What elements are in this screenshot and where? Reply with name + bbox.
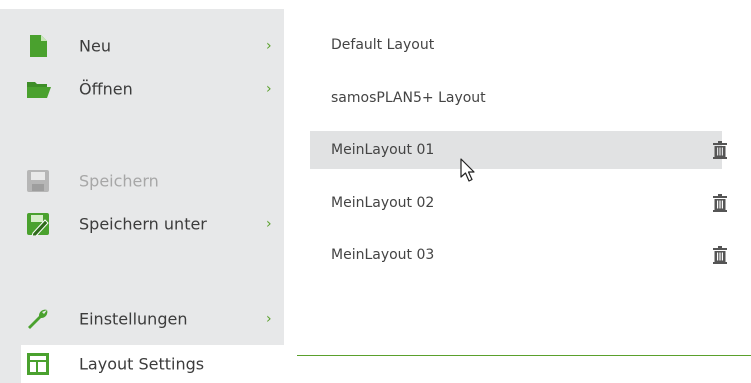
layout-settings-icon <box>26 352 50 376</box>
chevron-right-icon: › <box>266 81 272 97</box>
trash-icon[interactable] <box>712 141 728 159</box>
layout-item-label: samosPLAN5+ Layout <box>331 90 486 106</box>
layout-item-label: MeinLayout 03 <box>331 247 435 263</box>
save-icon <box>26 169 50 193</box>
layout-item-meinlayout-03[interactable]: MeinLayout 03 <box>310 236 727 274</box>
menu-item-oeffnen[interactable]: Öffnen › <box>0 71 284 107</box>
menu-item-einstellungen[interactable]: Einstellungen › <box>0 301 284 337</box>
top-strip <box>0 0 751 9</box>
menu-item-label: Öffnen <box>79 79 133 99</box>
wrench-icon <box>26 307 50 331</box>
chevron-right-icon: › <box>266 216 272 232</box>
menu-item-speichern-unter[interactable]: Speichern unter › <box>0 206 284 242</box>
accent-divider <box>297 355 751 356</box>
layout-item-label: MeinLayout 01 <box>331 142 435 158</box>
menu-item-label: Speichern unter <box>79 214 207 234</box>
mouse-cursor-icon <box>460 158 478 184</box>
layout-item-samosplan[interactable]: samosPLAN5+ Layout <box>310 79 722 117</box>
layout-item-label: Default Layout <box>331 37 435 53</box>
chevron-right-icon: › <box>266 311 272 327</box>
trash-icon[interactable] <box>712 246 728 264</box>
trash-icon[interactable] <box>712 194 728 212</box>
layout-list-panel: Default Layout samosPLAN5+ Layout MeinLa… <box>284 9 751 383</box>
menu-item-speichern[interactable]: Speichern <box>0 163 284 199</box>
menu-item-layout-settings[interactable]: Layout Settings <box>21 345 284 383</box>
menu-item-label: Neu <box>79 36 111 56</box>
save-as-icon <box>26 212 50 237</box>
chevron-right-icon: › <box>266 38 272 54</box>
layout-item-meinlayout-01[interactable]: MeinLayout 01 <box>310 131 727 169</box>
layout-item-meinlayout-02[interactable]: MeinLayout 02 <box>310 184 727 222</box>
layout-item-default[interactable]: Default Layout <box>310 26 722 64</box>
menu-item-neu[interactable]: Neu › <box>0 28 284 64</box>
folder-open-icon <box>26 77 51 101</box>
new-document-icon <box>26 34 50 58</box>
menu-item-label: Speichern <box>79 171 159 191</box>
menu-item-label: Layout Settings <box>79 354 205 374</box>
backstage-sidebar: Neu › Öffnen › Speichern Speichern unter… <box>0 9 284 383</box>
layout-item-label: MeinLayout 02 <box>331 195 435 211</box>
menu-item-label: Einstellungen <box>79 309 188 329</box>
